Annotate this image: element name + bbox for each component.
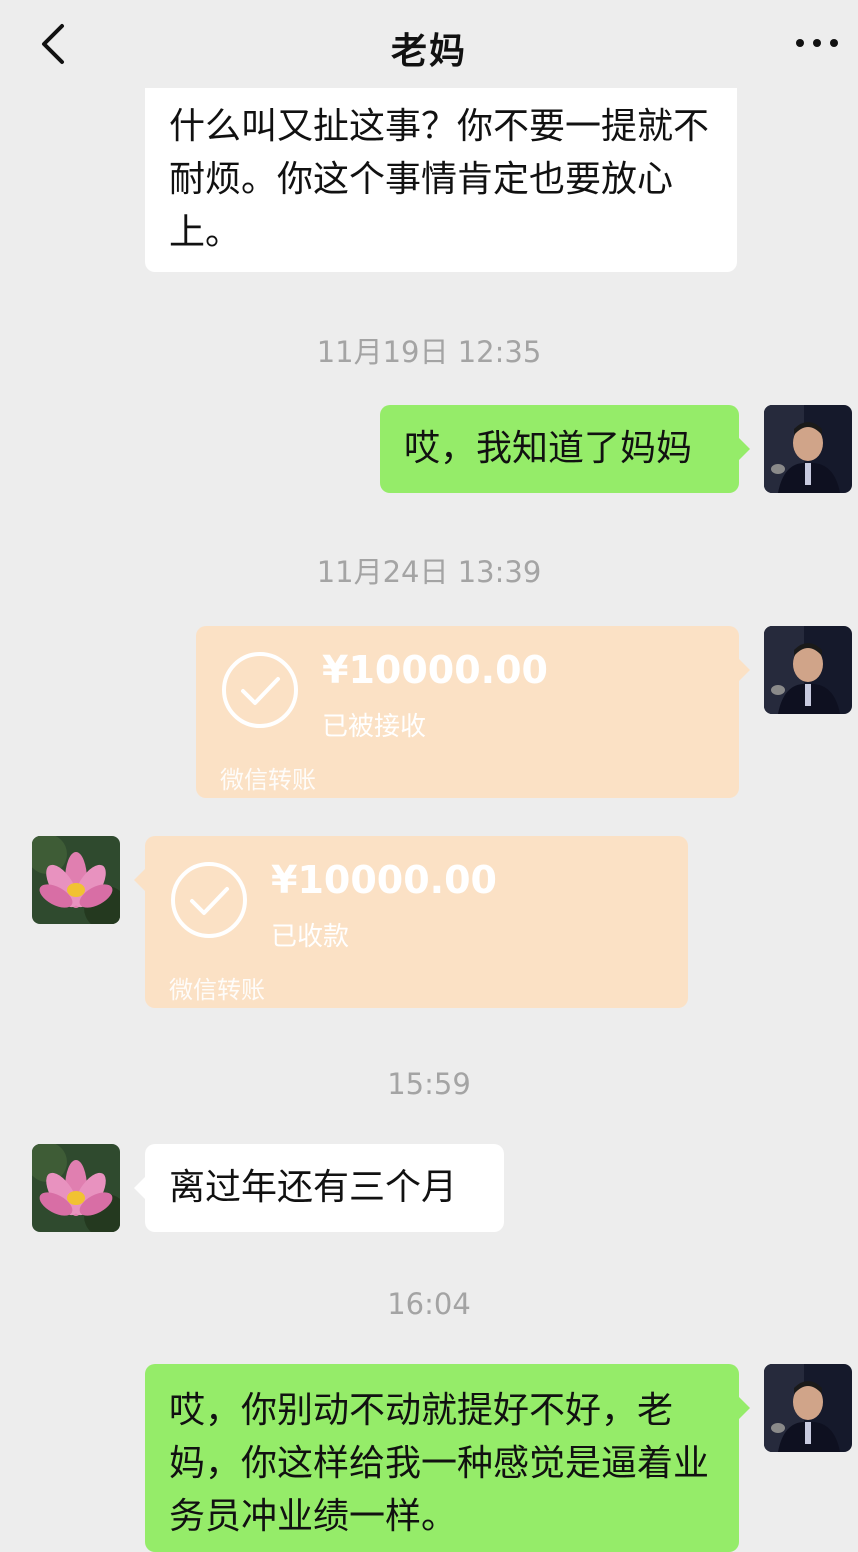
transfer-card-outgoing[interactable]: ¥10000.00 已被接收 微信转账 xyxy=(196,626,739,798)
timestamp: 11月19日 12:35 xyxy=(316,335,542,369)
message-text: 哎，你别动不动就提好不好，老妈，你这样给我一种感觉是逼着业务员冲业绩一样。 xyxy=(169,1390,710,1537)
chat-header: 老妈 xyxy=(0,0,858,88)
my-avatar[interactable] xyxy=(764,1364,852,1452)
check-circle-icon xyxy=(222,652,298,728)
message-bubble-incoming[interactable]: 什么叫又扯这事？你不要一提就不耐烦。你这个事情肯定也要放心上。 xyxy=(145,78,737,272)
chat-title: 老妈 xyxy=(390,31,467,72)
transfer-status: 已收款 xyxy=(271,922,350,952)
message-bubble-outgoing[interactable]: 哎，我知道了妈妈 xyxy=(380,405,739,493)
my-avatar[interactable] xyxy=(764,626,852,714)
transfer-label: 微信转账 xyxy=(220,766,316,794)
timestamp: 16:04 xyxy=(387,1287,471,1321)
transfer-amount: ¥10000.00 xyxy=(322,648,548,692)
mom-avatar[interactable] xyxy=(32,1144,120,1232)
message-text: 离过年还有三个月 xyxy=(169,1167,458,1208)
message-bubble-incoming[interactable]: 离过年还有三个月 xyxy=(145,1144,504,1232)
transfer-label: 微信转账 xyxy=(169,976,265,1004)
check-circle-icon xyxy=(171,862,247,938)
transfer-amount: ¥10000.00 xyxy=(271,858,497,902)
transfer-card-incoming[interactable]: ¥10000.00 已收款 微信转账 xyxy=(145,836,688,1008)
message-text: 什么叫又扯这事？你不要一提就不耐烦。你这个事情肯定也要放心上。 xyxy=(169,106,710,253)
message-bubble-outgoing[interactable]: 哎，你别动不动就提好不好，老妈，你这样给我一种感觉是逼着业务员冲业绩一样。 xyxy=(145,1364,739,1552)
my-avatar[interactable] xyxy=(764,405,852,493)
more-options-button[interactable] xyxy=(794,30,840,56)
timestamp: 15:59 xyxy=(387,1067,471,1101)
message-text: 哎，我知道了妈妈 xyxy=(404,428,693,469)
timestamp: 11月24日 13:39 xyxy=(316,555,542,589)
transfer-status: 已被接收 xyxy=(322,712,427,742)
more-dots-icon xyxy=(796,39,804,47)
mom-avatar[interactable] xyxy=(32,836,120,924)
